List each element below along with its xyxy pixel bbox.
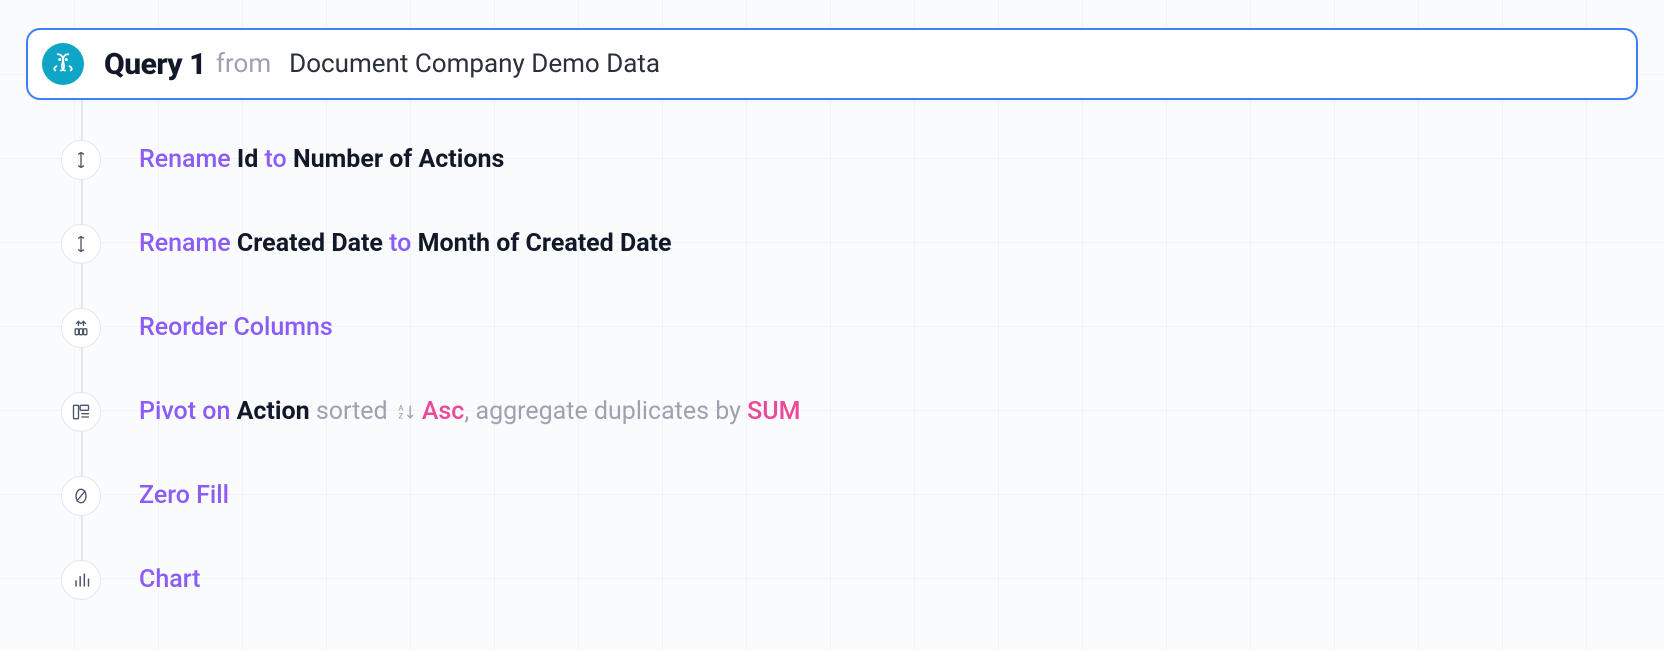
rename-from: Created Date bbox=[237, 229, 383, 258]
action-keyword: Chart bbox=[139, 565, 200, 594]
step-text: Rename Id to Number of Actions bbox=[139, 144, 504, 177]
chart-icon bbox=[61, 560, 101, 600]
sorted-keyword: sorted bbox=[316, 397, 388, 426]
sort-asc-icon: A Z bbox=[396, 402, 418, 422]
reorder-icon bbox=[61, 308, 101, 348]
pipeline: Rename Id to Number of Actions Rename Cr… bbox=[61, 100, 1638, 622]
step-text: Zero Fill bbox=[139, 480, 229, 513]
svg-text:Z: Z bbox=[398, 411, 403, 420]
pivot-icon bbox=[61, 392, 101, 432]
action-keyword: Rename bbox=[139, 229, 231, 258]
step-rename-id[interactable]: Rename Id to Number of Actions bbox=[61, 118, 1638, 202]
action-keyword: Reorder Columns bbox=[139, 313, 333, 342]
postgres-icon bbox=[42, 43, 84, 85]
step-pivot[interactable]: Pivot on Action sorted A Z Asc, aggregat… bbox=[61, 370, 1638, 454]
data-source[interactable]: Document Company Demo Data bbox=[289, 49, 660, 79]
to-keyword: to bbox=[265, 145, 287, 174]
rename-to: Number of Actions bbox=[293, 145, 504, 174]
step-chart[interactable]: Chart bbox=[61, 538, 1638, 622]
sort-direction: Asc bbox=[422, 397, 465, 426]
step-text: Reorder Columns bbox=[139, 312, 333, 345]
step-reorder-columns[interactable]: Reorder Columns bbox=[61, 286, 1638, 370]
from-keyword: from bbox=[216, 49, 271, 79]
aggregate-label: , aggregate duplicates by bbox=[464, 397, 741, 426]
rename-from: Id bbox=[237, 145, 258, 174]
aggregate-function: SUM bbox=[747, 397, 800, 426]
query-header-card[interactable]: Query 1 from Document Company Demo Data bbox=[26, 28, 1638, 100]
query-title[interactable]: Query 1 bbox=[104, 47, 206, 82]
step-rename-created-date[interactable]: Rename Created Date to Month of Created … bbox=[61, 202, 1638, 286]
zerofill-icon bbox=[61, 476, 101, 516]
action-keyword: Pivot on bbox=[139, 397, 230, 426]
rename-icon bbox=[61, 224, 101, 264]
step-text: Rename Created Date to Month of Created … bbox=[139, 228, 672, 261]
step-zero-fill[interactable]: Zero Fill bbox=[61, 454, 1638, 538]
pivot-column: Action bbox=[237, 397, 310, 426]
step-text: Chart bbox=[139, 564, 200, 597]
action-keyword: Zero Fill bbox=[139, 481, 229, 510]
action-keyword: Rename bbox=[139, 145, 231, 174]
step-text: Pivot on Action sorted A Z Asc, aggregat… bbox=[139, 396, 801, 429]
rename-to: Month of Created Date bbox=[418, 229, 672, 258]
to-keyword: to bbox=[389, 229, 411, 258]
rename-icon bbox=[61, 140, 101, 180]
